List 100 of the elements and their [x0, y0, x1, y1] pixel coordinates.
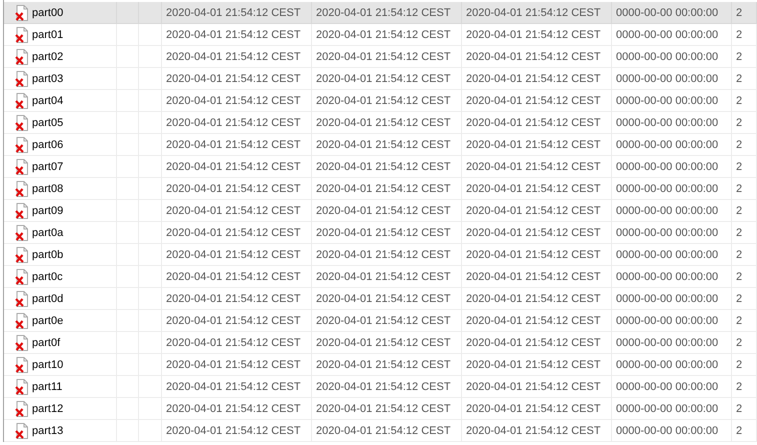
file-name: part10: [32, 358, 64, 370]
table-row[interactable]: part0e 2020-04-01 21:54:12 CEST 2020-04-01 21:54:12 CEST 2020-04-01 21:54:12 CEST 0000-00-00 00:00:00 2: [4, 310, 757, 332]
table-cell: 2020-04-01 21:54:12 CEST: [466, 72, 601, 84]
table-cell: 2020-04-01 21:54:12 CEST: [166, 138, 301, 150]
table-cell: 2: [736, 380, 742, 392]
table-cell: 0000-00-00 00:00:00: [616, 160, 718, 172]
broken-file-icon: [15, 378, 29, 394]
table-row[interactable]: part0b 2020-04-01 21:54:12 CEST 2020-04-01 21:54:12 CEST 2020-04-01 21:54:12 CEST 0000-00-00 00:00:00 2: [4, 244, 757, 266]
table-cell: 2: [736, 226, 742, 238]
table-cell: 2020-04-01 21:54:12 CEST: [316, 182, 451, 194]
table-row[interactable]: part09 2020-04-01 21:54:12 CEST 2020-04-01 21:54:12 CEST 2020-04-01 21:54:12 CEST 0000-00-00 00:00:00 2: [4, 200, 757, 222]
table-cell: 2020-04-01 21:54:12 CEST: [466, 50, 601, 62]
table-cell: 2020-04-01 21:54:12 CEST: [166, 402, 301, 414]
table-row[interactable]: part06 2020-04-01 21:54:12 CEST 2020-04-01 21:54:12 CEST 2020-04-01 21:54:12 CEST 0000-00-00 00:00:00 2: [4, 134, 757, 156]
table-cell: 2020-04-01 21:54:12 CEST: [316, 226, 451, 238]
table-row[interactable]: part13 2020-04-01 21:54:12 CEST 2020-04-01 21:54:12 CEST 2020-04-01 21:54:12 CEST 0000-00-00 00:00:00 2: [4, 420, 757, 442]
broken-file-icon: [15, 136, 29, 152]
table-row[interactable]: part0c 2020-04-01 21:54:12 CEST 2020-04-01 21:54:12 CEST 2020-04-01 21:54:12 CEST 0000-00-00 00:00:00 2: [4, 266, 757, 288]
table-cell: 0000-00-00 00:00:00: [616, 380, 718, 392]
file-name: part12: [32, 402, 64, 414]
table-cell: 2: [736, 292, 742, 304]
table-cell: 0000-00-00 00:00:00: [616, 72, 718, 84]
table-cell: 2020-04-01 21:54:12 CEST: [316, 248, 451, 260]
table-row[interactable]: part00 2020-04-01 21:54:12 CEST 2020-04-01 21:54:12 CEST 2020-04-01 21:54:12 CEST 0000-00-00 00:00:00 2: [4, 2, 757, 24]
table-cell: 2020-04-01 21:54:12 CEST: [466, 160, 601, 172]
file-name: part0e: [32, 314, 64, 326]
broken-file-icon: [15, 356, 29, 372]
file-name: part0f: [32, 336, 60, 348]
table-cell: 0000-00-00 00:00:00: [616, 6, 718, 18]
table-cell: 0000-00-00 00:00:00: [616, 270, 718, 282]
table-row[interactable]: part08 2020-04-01 21:54:12 CEST 2020-04-01 21:54:12 CEST 2020-04-01 21:54:12 CEST 0000-00-00 00:00:00 2: [4, 178, 757, 200]
table-cell: 2020-04-01 21:54:12 CEST: [166, 314, 301, 326]
table-cell: 2020-04-01 21:54:12 CEST: [166, 160, 301, 172]
table-row[interactable]: part01 2020-04-01 21:54:12 CEST 2020-04-01 21:54:12 CEST 2020-04-01 21:54:12 CEST 0000-00-00 00:00:00 2: [4, 24, 757, 46]
file-name: part11: [32, 380, 62, 392]
table-row[interactable]: part05 2020-04-01 21:54:12 CEST 2020-04-01 21:54:12 CEST 2020-04-01 21:54:12 CEST 0000-00-00 00:00:00 2: [4, 112, 757, 134]
table-cell: 2020-04-01 21:54:12 CEST: [166, 292, 301, 304]
table-cell: 2: [736, 402, 742, 414]
table-row[interactable]: part0a 2020-04-01 21:54:12 CEST 2020-04-01 21:54:12 CEST 2020-04-01 21:54:12 CEST 0000-00-00 00:00:00 2: [4, 222, 757, 244]
table-cell: 0000-00-00 00:00:00: [616, 336, 718, 348]
table-cell: 0000-00-00 00:00:00: [616, 424, 718, 436]
file-name: part06: [32, 138, 64, 150]
table-cell: 0000-00-00 00:00:00: [616, 94, 718, 106]
table-cell: 0000-00-00 00:00:00: [616, 402, 718, 414]
table-row[interactable]: part0f 2020-04-01 21:54:12 CEST 2020-04-01 21:54:12 CEST 2020-04-01 21:54:12 CEST 0000-00-00 00:00:00 2: [4, 332, 757, 354]
table-cell: 0000-00-00 00:00:00: [616, 182, 718, 194]
table-cell: 2020-04-01 21:54:12 CEST: [166, 116, 301, 128]
table-cell: 2020-04-01 21:54:12 CEST: [466, 248, 601, 260]
broken-file-icon: [15, 400, 29, 416]
broken-file-icon: [15, 312, 29, 328]
table-cell: 0000-00-00 00:00:00: [616, 292, 718, 304]
table-cell: 2: [736, 50, 742, 62]
table-row[interactable]: part11 2020-04-01 21:54:12 CEST 2020-04-01 21:54:12 CEST 2020-04-01 21:54:12 CEST 0000-00-00 00:00:00 2: [4, 376, 757, 398]
broken-file-icon: [15, 26, 29, 42]
table-cell: 2020-04-01 21:54:12 CEST: [466, 380, 601, 392]
table-cell: 2: [736, 358, 742, 370]
table-row[interactable]: part04 2020-04-01 21:54:12 CEST 2020-04-01 21:54:12 CEST 2020-04-01 21:54:12 CEST 0000-00-00 00:00:00 2: [4, 90, 757, 112]
table-cell: 0000-00-00 00:00:00: [616, 358, 718, 370]
table-cell: 2020-04-01 21:54:12 CEST: [166, 28, 301, 40]
file-name: part0b: [32, 248, 64, 260]
table-cell: 2020-04-01 21:54:12 CEST: [316, 28, 451, 40]
table-cell: 2020-04-01 21:54:12 CEST: [316, 380, 451, 392]
table-row[interactable]: part02 2020-04-01 21:54:12 CEST 2020-04-01 21:54:12 CEST 2020-04-01 21:54:12 CEST 0000-00-00 00:00:00 2: [4, 46, 757, 68]
broken-file-icon: [15, 114, 29, 130]
broken-file-icon: [15, 422, 29, 438]
table-row[interactable]: part10 2020-04-01 21:54:12 CEST 2020-04-01 21:54:12 CEST 2020-04-01 21:54:12 CEST 0000-00-00 00:00:00 2: [4, 354, 757, 376]
table-cell: 2: [736, 28, 742, 40]
table-cell: 0000-00-00 00:00:00: [616, 314, 718, 326]
table-row[interactable]: part0d 2020-04-01 21:54:12 CEST 2020-04-01 21:54:12 CEST 2020-04-01 21:54:12 CEST 0000-00-00 00:00:00 2: [4, 288, 757, 310]
table-cell: 2020-04-01 21:54:12 CEST: [166, 204, 301, 216]
table-cell: 2020-04-01 21:54:12 CEST: [466, 204, 601, 216]
table-cell: 2020-04-01 21:54:12 CEST: [316, 292, 451, 304]
table-cell: 0000-00-00 00:00:00: [616, 116, 718, 128]
table-cell: 2020-04-01 21:54:12 CEST: [466, 292, 601, 304]
table-cell: 2: [736, 94, 742, 106]
table-cell: 2020-04-01 21:54:12 CEST: [466, 116, 601, 128]
file-name: part08: [32, 182, 64, 194]
table-cell: 2: [736, 424, 742, 436]
broken-file-icon: [15, 4, 29, 20]
table-cell: 2020-04-01 21:54:12 CEST: [316, 138, 451, 150]
table-cell: 2020-04-01 21:54:12 CEST: [316, 402, 451, 414]
table-cell: 0000-00-00 00:00:00: [616, 248, 718, 260]
broken-file-icon: [15, 202, 29, 218]
table-row[interactable]: part07 2020-04-01 21:54:12 CEST 2020-04-01 21:54:12 CEST 2020-04-01 21:54:12 CEST 0000-00-00 00:00:00 2: [4, 156, 757, 178]
table-cell: 2020-04-01 21:54:12 CEST: [466, 270, 601, 282]
file-name: part0d: [32, 292, 64, 304]
table-row[interactable]: part12 2020-04-01 21:54:12 CEST 2020-04-01 21:54:12 CEST 2020-04-01 21:54:12 CEST 0000-00-00 00:00:00 2: [4, 398, 757, 420]
table-row[interactable]: part03 2020-04-01 21:54:12 CEST 2020-04-01 21:54:12 CEST 2020-04-01 21:54:12 CEST 0000-00-00 00:00:00 2: [4, 68, 757, 90]
table-cell: 2020-04-01 21:54:12 CEST: [316, 314, 451, 326]
table-cell: 2: [736, 336, 742, 348]
file-name: part0a: [32, 226, 64, 238]
table-cell: 2020-04-01 21:54:12 CEST: [316, 72, 451, 84]
table-cell: 2: [736, 270, 742, 282]
table-cell: 2020-04-01 21:54:12 CEST: [166, 424, 301, 436]
table-cell: 2: [736, 72, 742, 84]
file-name: part05: [32, 116, 64, 128]
broken-file-icon: [15, 158, 29, 174]
table-cell: 0000-00-00 00:00:00: [616, 226, 718, 238]
table-cell: 2020-04-01 21:54:12 CEST: [466, 358, 601, 370]
table-cell: 2: [736, 182, 742, 194]
